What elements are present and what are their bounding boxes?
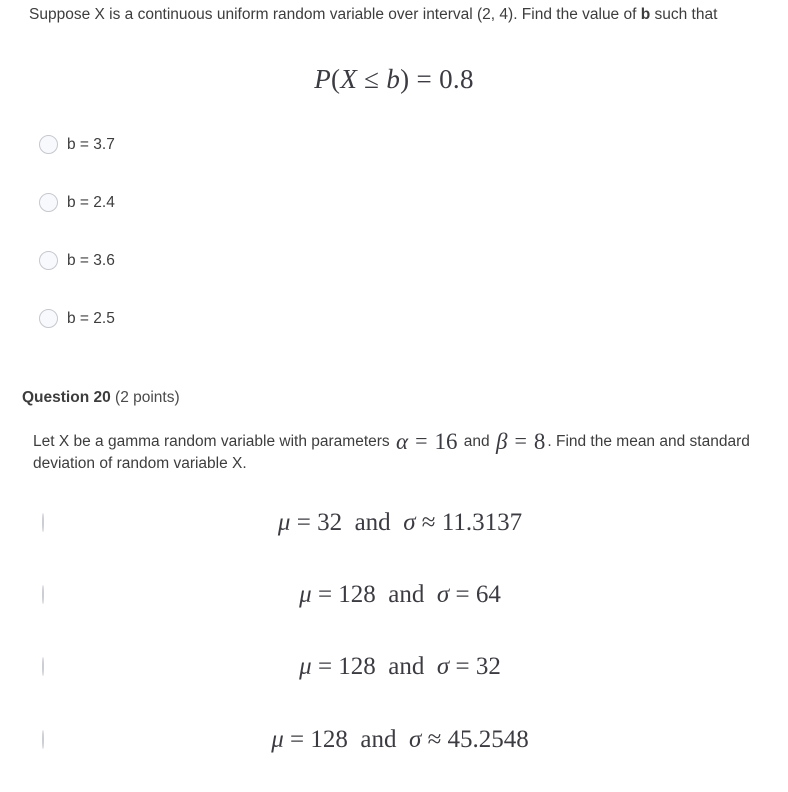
option-math-expression: μ = 128 and σ = 32 xyxy=(0,653,788,681)
equation-open-paren: ( xyxy=(331,64,341,94)
equation-leq: ≤ xyxy=(364,64,380,94)
question19-prompt-bold-b: b xyxy=(640,6,651,23)
question19-prompt-line2-pre: value of xyxy=(582,6,641,23)
question20-option-2[interactable]: μ = 128 and σ = 64 xyxy=(0,575,788,615)
sigma-symbol: σ xyxy=(403,509,416,536)
question20-body-and: and xyxy=(459,433,494,450)
question20-option-4[interactable]: μ = 128 and σ ≈ 45.2548 xyxy=(0,720,788,760)
conjunction: and xyxy=(360,726,397,753)
question20-body: Let X be a gamma random variable with pa… xyxy=(33,430,755,475)
mu-symbol: μ xyxy=(299,581,312,608)
sigma-relation: = xyxy=(455,653,470,680)
alpha-symbol: α xyxy=(395,429,409,454)
question19-prompt-line2-post: such that xyxy=(650,6,718,23)
sigma-symbol: σ xyxy=(408,726,422,753)
question20-points: (2 points) xyxy=(115,389,180,406)
equation-p: P xyxy=(314,64,332,94)
conjunction: and xyxy=(388,653,425,680)
mu-symbol: μ xyxy=(277,509,291,536)
question19-option-1[interactable]: b = 3.7 xyxy=(39,135,115,154)
option-label: b = 3.6 xyxy=(67,251,115,269)
mu-relation: = xyxy=(290,726,305,753)
equation-x: X xyxy=(340,64,358,94)
equation-close-paren: ) xyxy=(400,64,410,94)
sigma-value: 45.2548 xyxy=(447,726,529,753)
equation-b: b xyxy=(386,64,401,94)
mu-symbol: μ xyxy=(271,726,284,753)
alpha-equals: = xyxy=(415,428,428,453)
mu-value: 128 xyxy=(338,653,376,680)
sigma-relation: ≈ xyxy=(427,726,442,753)
question20-number: Question 20 xyxy=(22,389,111,406)
conjunction: and xyxy=(354,509,391,536)
question20-body-pre: Let X be a gamma random variable with pa… xyxy=(33,433,394,450)
mu-value: 128 xyxy=(310,726,348,753)
alpha-value: 16 xyxy=(434,429,458,454)
question19-prompt-line1: Suppose X is a continuous uniform random… xyxy=(29,6,578,23)
equation-equals: = xyxy=(416,64,433,94)
mu-value: 128 xyxy=(338,581,376,608)
sigma-value: 64 xyxy=(475,581,501,608)
mu-relation: = xyxy=(317,653,333,680)
question20-option-1[interactable]: μ = 32 and σ ≈ 11.3137 xyxy=(0,503,788,543)
conjunction: and xyxy=(388,581,425,608)
question19-option-4[interactable]: b = 2.5 xyxy=(39,309,115,328)
question19-prompt: Suppose X is a continuous uniform random… xyxy=(29,4,749,26)
quiz-page: Suppose X is a continuous uniform random… xyxy=(0,0,788,792)
question19-display-equation: P(X ≤ b) = 0.8 xyxy=(0,64,788,95)
question19-option-2[interactable]: b = 2.4 xyxy=(39,193,115,212)
radio-button[interactable] xyxy=(39,309,58,328)
sigma-relation: ≈ xyxy=(421,509,436,536)
question20-heading: Question 20 (2 points) xyxy=(22,389,180,407)
sigma-relation: = xyxy=(455,581,470,608)
sigma-symbol: σ xyxy=(436,581,450,608)
option-label: b = 2.4 xyxy=(67,193,115,211)
mu-value: 32 xyxy=(317,509,343,536)
sigma-symbol: σ xyxy=(436,653,450,680)
beta-equals: = xyxy=(514,428,527,453)
option-label: b = 2.5 xyxy=(67,309,115,327)
radio-button[interactable] xyxy=(39,193,58,212)
radio-button[interactable] xyxy=(39,135,58,154)
sigma-value: 32 xyxy=(475,653,501,680)
option-label: b = 3.7 xyxy=(67,135,115,153)
question19-option-3[interactable]: b = 3.6 xyxy=(39,251,115,270)
beta-symbol: β xyxy=(495,429,508,454)
option-math-expression: μ = 128 and σ = 64 xyxy=(0,581,788,609)
question20-option-3[interactable]: μ = 128 and σ = 32 xyxy=(0,647,788,687)
mu-relation: = xyxy=(317,581,333,608)
radio-button[interactable] xyxy=(39,251,58,270)
mu-symbol: μ xyxy=(299,653,312,680)
beta-value: 8 xyxy=(533,429,546,454)
option-math-expression: μ = 32 and σ ≈ 11.3137 xyxy=(0,509,788,537)
option-math-expression: μ = 128 and σ ≈ 45.2548 xyxy=(0,726,788,754)
sigma-value: 11.3137 xyxy=(441,509,523,536)
mu-relation: = xyxy=(296,509,311,536)
equation-value: 0.8 xyxy=(439,64,474,94)
